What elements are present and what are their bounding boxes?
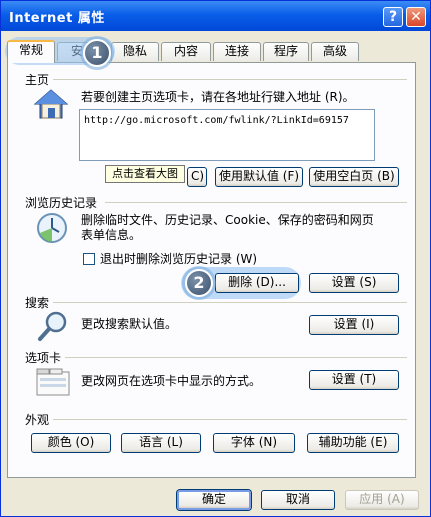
internet-options-dialog: Internet 属性 ? ✕ 常规 安全 隐私 内容 连接 程序 高级 1 主…: [0, 0, 431, 517]
colors-button[interactable]: 颜色 (O): [31, 433, 111, 453]
group-divider: [53, 419, 407, 420]
tab-programs[interactable]: 程序: [263, 42, 309, 61]
ok-button[interactable]: 确定: [177, 490, 251, 510]
languages-button[interactable]: 语言 (L): [121, 433, 201, 453]
history-description-line1: 删除临时文件、历史记录、Cookie、保存的密码和网页: [81, 213, 374, 227]
magnifier-icon: [37, 309, 71, 346]
house-icon: [33, 87, 69, 124]
group-divider: [53, 302, 407, 303]
history-clock-icon: [35, 211, 69, 248]
step-2-callout: 2: [185, 269, 213, 297]
view-larger-tooltip[interactable]: 点击查看大图: [105, 165, 185, 183]
fonts-button[interactable]: 字体 (N): [213, 433, 295, 453]
home-page-group-label: 主页: [25, 73, 50, 87]
search-settings-button[interactable]: 设置 (I): [309, 315, 399, 335]
delete-on-exit-checkbox[interactable]: [83, 253, 95, 265]
apply-button[interactable]: 应用 (A): [345, 490, 419, 510]
tabbed-window-icon: [35, 367, 71, 400]
home-page-url-text: http://go.microsoft.com/fwlink/?LinkId=6…: [84, 115, 349, 126]
history-settings-button[interactable]: 设置 (S): [309, 273, 399, 293]
delete-on-exit-label[interactable]: 退出时删除浏览历史记录 (W): [100, 252, 257, 267]
group-divider: [105, 202, 407, 203]
cancel-button[interactable]: 取消: [261, 490, 335, 510]
window-title: Internet 属性: [9, 11, 105, 26]
use-default-button[interactable]: 使用默认值 (F): [215, 167, 303, 187]
home-instruction: 若要创建主页选项卡，请在各地址行键入地址 (R)。: [81, 90, 355, 104]
delete-history-button[interactable]: 删除 (D)...: [215, 273, 299, 293]
appearance-group-label: 外观: [25, 413, 50, 427]
group-divider: [65, 357, 407, 358]
browsing-history-group-label: 浏览历史记录: [25, 196, 98, 210]
search-description: 更改搜索默认值。: [81, 317, 178, 331]
tabs-settings-button[interactable]: 设置 (T): [309, 370, 399, 390]
tab-content[interactable]: 内容: [161, 42, 211, 61]
accessibility-button[interactable]: 辅助功能 (E): [307, 433, 399, 453]
history-description-line2: 表单信息。: [81, 228, 142, 242]
tab-general[interactable]: 常规: [7, 40, 55, 63]
tabs-group-label: 选项卡: [25, 351, 62, 365]
use-blank-button[interactable]: 使用空白页 (B): [309, 167, 399, 187]
tab-advanced[interactable]: 高级: [311, 42, 359, 61]
step-1-callout: 1: [83, 39, 111, 67]
close-button[interactable]: ✕: [406, 7, 426, 27]
title-bar[interactable]: Internet 属性 ? ✕: [1, 1, 430, 31]
tabs-description: 更改网页在选项卡中显示的方式。: [81, 374, 262, 388]
tab-privacy[interactable]: 隐私: [111, 42, 159, 61]
home-page-url-textarea[interactable]: http://go.microsoft.com/fwlink/?LinkId=6…: [79, 109, 375, 161]
tab-connections[interactable]: 连接: [213, 42, 261, 61]
group-divider: [53, 79, 407, 80]
help-button[interactable]: ?: [383, 7, 403, 27]
use-current-button[interactable]: C): [187, 167, 207, 187]
